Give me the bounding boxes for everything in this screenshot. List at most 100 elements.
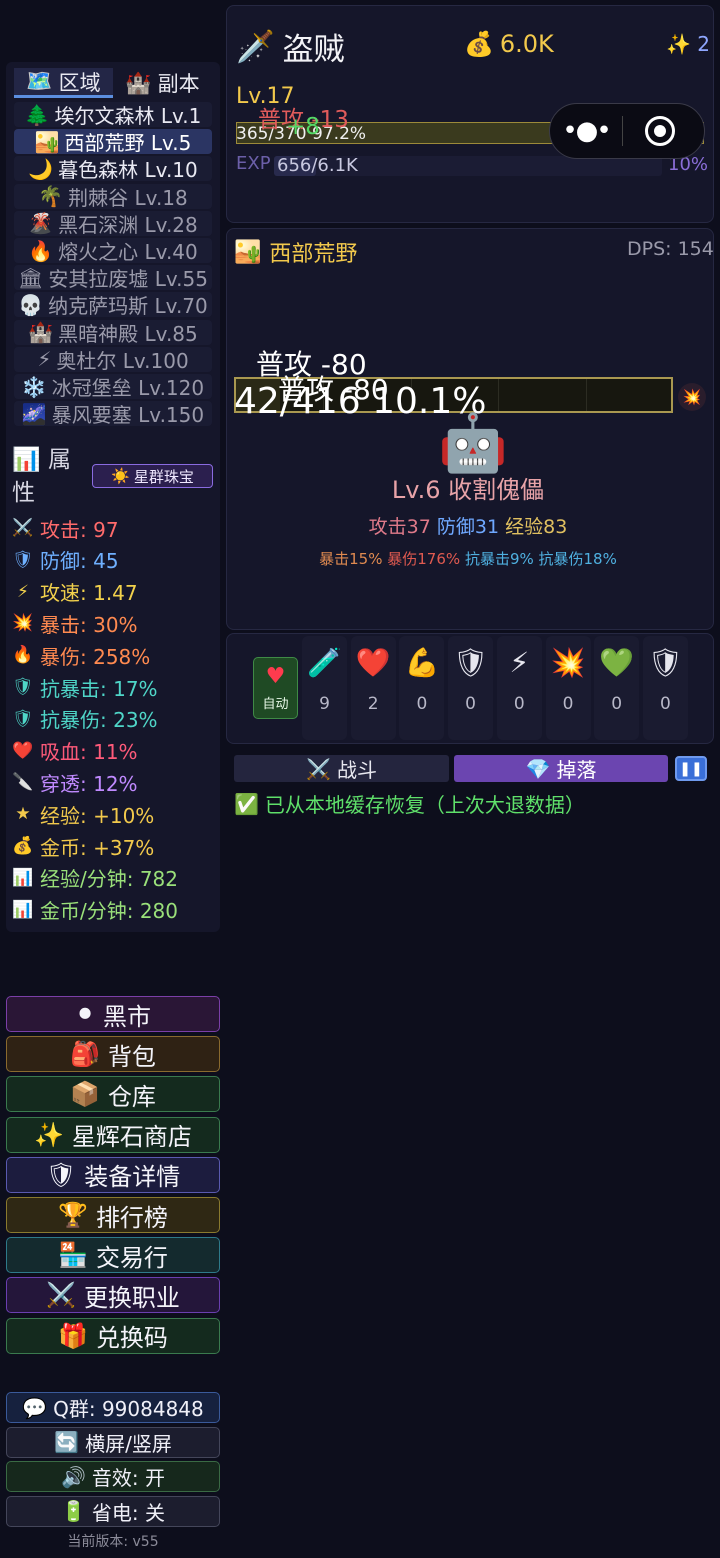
stat-row: 📊 金币/分钟: 280	[12, 895, 178, 925]
stat-row: ★ 经验: +10%	[12, 799, 154, 829]
utility-item-icon: 💬	[22, 1395, 48, 1420]
zone-icon: 🌲	[24, 102, 50, 127]
potion-count: 0	[513, 694, 525, 714]
zone-label: 西部荒野 Lv.5	[64, 131, 192, 156]
floating-heal: +8	[286, 114, 320, 140]
zone-label: 暮色森林 Lv.10	[58, 158, 198, 183]
zone-item[interactable]: ❄️ 冰冠堡垒 Lv.120	[14, 374, 212, 400]
menu-item-button[interactable]: 🛡 装备详情	[6, 1156, 220, 1193]
exp-text: 656/6.1K	[277, 155, 358, 176]
potion-icon: 🛡	[647, 646, 684, 679]
menu-item-button[interactable]: 📦 仓库	[6, 1076, 220, 1113]
monster-stats: 攻击37 防御31 经验83	[232, 512, 704, 539]
monster-defense: 防御31	[436, 516, 500, 538]
potion-slot[interactable]: 🧪 9	[302, 636, 347, 740]
desert-icon: 🏜️	[234, 239, 262, 265]
menu-item-icon: ⚔️	[46, 1281, 76, 1310]
character-name: 🗡️ 盗贼	[236, 24, 345, 69]
pause-button[interactable]: ❚❚	[675, 756, 707, 781]
stat-row: 🛡 抗暴伤: 23%	[12, 704, 158, 734]
tab-zones-label: 区域	[58, 70, 101, 95]
zone-item[interactable]: 💀 纳克萨玛斯 Lv.70	[14, 292, 212, 318]
close-mini-program-icon[interactable]	[645, 116, 675, 146]
menu-item-label: 背包	[107, 1042, 156, 1071]
zone-item[interactable]: 🏰 黑暗神殿 Lv.85	[14, 319, 212, 346]
potion-slot[interactable]: ❤️ 2	[350, 636, 396, 740]
menu-item-icon: 🛡	[45, 1160, 77, 1189]
potion-slot[interactable]: 🛡 0	[448, 636, 494, 740]
star-gem-label: 星群珠宝	[133, 467, 194, 486]
zone-icon: 🌌	[21, 401, 47, 426]
menu-item-button[interactable]: ⚔️ 更换职业	[6, 1277, 220, 1314]
tab-drops[interactable]: 💎 掉落	[454, 755, 668, 782]
potion-icon: 💪	[404, 646, 440, 679]
mini-program-capsule: •●•	[549, 103, 705, 159]
gold-amount: 6.0K	[499, 30, 554, 58]
zone-item[interactable]: 🌌 暴风要塞 Lv.150	[14, 401, 212, 427]
monster-crit: 暴击15%	[319, 550, 383, 568]
tab-zones[interactable]: 🗺️ 区域	[14, 68, 113, 98]
gold-display: 💰 6.0K	[464, 30, 554, 58]
stat-icon: 📊	[12, 899, 34, 920]
star-gem-button[interactable]: ☀️ 星群珠宝	[92, 464, 213, 488]
zone-label: 黑暗神殿 Lv.85	[58, 321, 198, 346]
zone-item[interactable]: 🌴 荆棘谷 Lv.18	[14, 183, 212, 210]
menu-item-button[interactable]: 🏪 交易行	[6, 1237, 220, 1274]
class-name: 盗贼	[282, 32, 345, 68]
utility-item-button[interactable]: 💬 Q群: 99084848	[6, 1392, 220, 1423]
more-menu-icon[interactable]: •●•	[550, 116, 622, 146]
stat-icon: ⚔️	[12, 518, 34, 538]
check-icon: ✅	[234, 791, 259, 816]
potion-icon: 🧪	[307, 646, 342, 679]
zone-item[interactable]: 🌙 暮色森林 Lv.10	[14, 156, 212, 183]
zone-label: 冰冠堡垒 Lv.120	[51, 376, 205, 400]
stat-text: 攻速: 1.47	[40, 581, 138, 606]
tab-drops-label: 掉落	[556, 758, 597, 782]
menu-item-button[interactable]: ⚫ 黑市	[6, 996, 220, 1032]
zone-item[interactable]: 🏜️ 西部荒野 Lv.5	[14, 129, 212, 156]
potion-slot[interactable]: 🛡 0	[642, 636, 688, 740]
utility-item-button[interactable]: 🔄 横屏/竖屏	[6, 1426, 220, 1458]
stat-text: 抗暴伤: 23%	[40, 708, 158, 733]
menu-item-icon: ⚫	[74, 1000, 96, 1028]
monster-anti-crit: 抗暴击9%	[464, 550, 534, 568]
zone-label: 荆棘谷 Lv.18	[68, 185, 188, 210]
zone-icon: 💀	[18, 292, 44, 317]
zone-icon: 🌙	[28, 156, 54, 181]
menu-item-button[interactable]: 🎁 兑换码	[6, 1317, 220, 1354]
potion-slot[interactable]: 💚 0	[594, 636, 640, 740]
hp-segment	[586, 379, 587, 411]
menu-item-icon: 🎁	[58, 1321, 88, 1350]
stat-icon: 🔥	[12, 645, 34, 666]
potion-slot[interactable]: 💪 0	[399, 636, 445, 740]
auto-potion-toggle[interactable]: ♥ 自动	[253, 657, 298, 719]
menu-item-label: 装备详情	[84, 1163, 181, 1192]
utility-item-label: 横屏/竖屏	[85, 1431, 172, 1456]
zone-item[interactable]: 🌋 黑石深渊 Lv.28	[14, 210, 212, 237]
menu-item-button[interactable]: ✨ 星辉石商店	[6, 1116, 220, 1153]
utility-item-button[interactable]: 🔊 音效: 开	[6, 1461, 220, 1492]
starstone-count: ✨ 2	[666, 32, 710, 56]
zone-item[interactable]: 🌲 埃尔文森林 Lv.1	[14, 102, 212, 128]
stat-icon: 🛡	[12, 549, 34, 570]
tab-battle[interactable]: ⚔️ 战斗	[234, 755, 449, 782]
monster-exp: 经验83	[505, 516, 568, 538]
menu-item-label: 兑换码	[95, 1324, 168, 1353]
stat-row: 📊 经验/分钟: 782	[12, 863, 178, 893]
potion-slot[interactable]: 💥 0	[545, 636, 591, 740]
stat-row: ⚔️ 攻击: 97	[12, 513, 118, 543]
menu-item-label: 交易行	[95, 1243, 168, 1272]
potion-slot[interactable]: ⚡ 0	[496, 636, 542, 740]
utility-item-label: Q群: 99084848	[53, 1397, 204, 1421]
tab-dungeons[interactable]: 🏰 副本	[113, 68, 212, 98]
utility-item-button[interactable]: 🔋 省电: 关	[6, 1495, 220, 1527]
menu-item-button[interactable]: 🎒 背包	[6, 1036, 220, 1073]
menu-item-button[interactable]: 🏆 排行榜	[6, 1197, 220, 1233]
zone-item[interactable]: ⚡ 奥杜尔 Lv.100	[14, 346, 212, 373]
potion-count: 2	[367, 694, 379, 714]
zone-item[interactable]: 🏛 安其拉废墟 Lv.55	[14, 265, 212, 291]
heart-icon: ♥	[265, 664, 286, 689]
swords-icon: ⚔️	[306, 756, 331, 781]
zone-item[interactable]: 🔥 熔火之心 Lv.40	[14, 238, 212, 264]
tab-battle-label: 战斗	[336, 758, 377, 782]
